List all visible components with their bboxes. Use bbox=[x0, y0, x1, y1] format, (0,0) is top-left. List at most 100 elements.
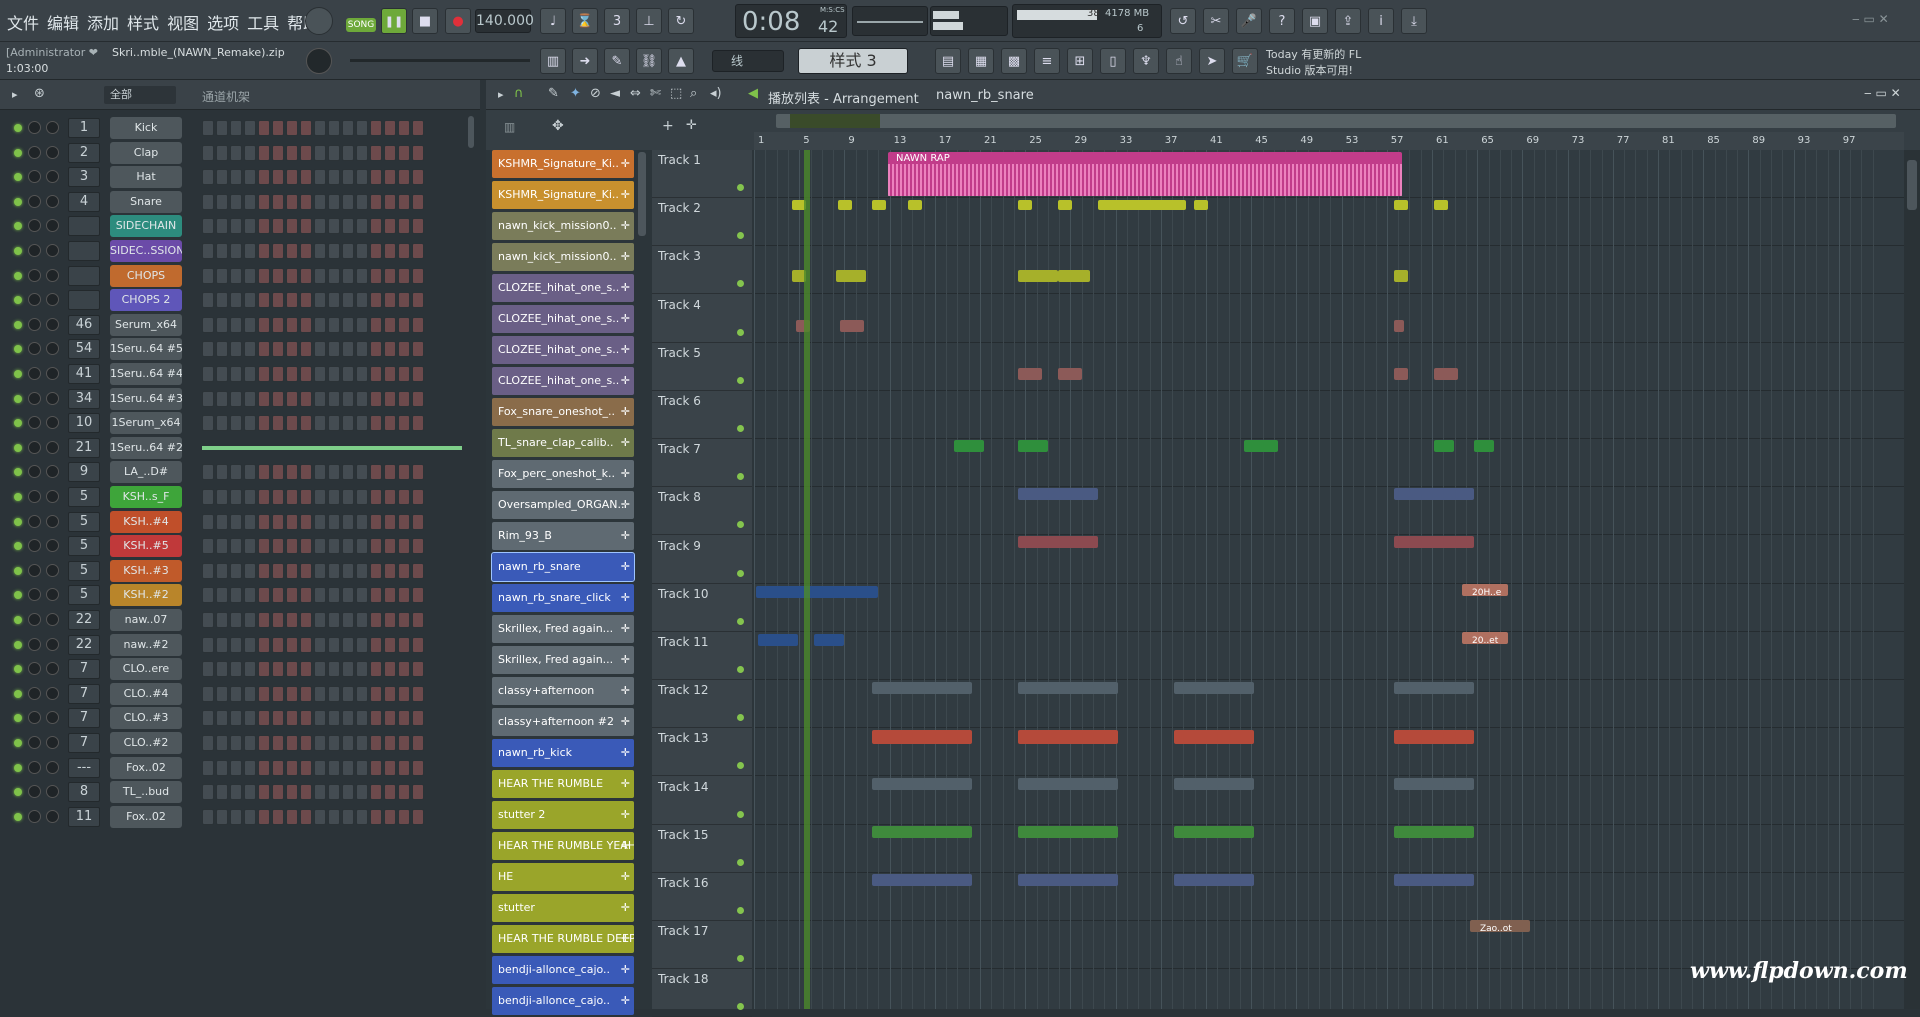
step-button[interactable] bbox=[398, 808, 410, 825]
channel-mute-led[interactable] bbox=[14, 222, 22, 231]
pattern-clip[interactable] bbox=[1394, 270, 1408, 282]
channel-row[interactable]: 2 Clap bbox=[6, 141, 476, 165]
step-button[interactable] bbox=[356, 267, 368, 284]
step-button[interactable] bbox=[216, 685, 228, 702]
step-button[interactable] bbox=[244, 784, 256, 801]
step-sequencer[interactable] bbox=[202, 661, 424, 678]
step-button[interactable] bbox=[328, 366, 340, 382]
step-button[interactable] bbox=[244, 218, 256, 235]
channel-name-button[interactable]: Serum_x64 bbox=[110, 313, 182, 336]
step-button[interactable] bbox=[286, 169, 298, 186]
pattern-clip[interactable] bbox=[1018, 826, 1118, 838]
step-button[interactable] bbox=[286, 759, 298, 776]
step-button[interactable] bbox=[286, 193, 298, 210]
step-button[interactable] bbox=[272, 735, 284, 751]
step-button[interactable] bbox=[216, 120, 228, 136]
track-header[interactable]: Track 10 bbox=[652, 584, 752, 632]
step-button[interactable] bbox=[342, 612, 354, 628]
step-button[interactable] bbox=[328, 218, 340, 235]
step-button[interactable] bbox=[412, 513, 424, 530]
channel-volume-knob[interactable] bbox=[46, 244, 59, 257]
channel-pan-knob[interactable] bbox=[28, 194, 41, 208]
step-button[interactable] bbox=[202, 415, 214, 432]
step-button[interactable] bbox=[216, 390, 228, 407]
pattern-clip[interactable] bbox=[872, 730, 972, 744]
step-button[interactable] bbox=[342, 489, 354, 505]
step-button[interactable] bbox=[300, 612, 312, 628]
step-button[interactable] bbox=[230, 538, 242, 555]
arrow-tool[interactable]: ➜ bbox=[572, 48, 598, 74]
step-button[interactable] bbox=[314, 759, 326, 776]
step-button[interactable] bbox=[230, 735, 242, 751]
channel-mute-led[interactable] bbox=[14, 665, 22, 674]
slip-tool-icon[interactable]: ⇔ bbox=[630, 86, 641, 101]
rack-menu-arrow[interactable]: ▸ bbox=[12, 88, 18, 101]
step-button[interactable] bbox=[384, 735, 396, 751]
pattern-item[interactable]: Fox_perc_oneshot_k.. ✛ bbox=[492, 460, 634, 488]
pattern-add-icon[interactable]: ✛ bbox=[621, 491, 630, 519]
step-button[interactable] bbox=[258, 144, 270, 161]
channel-mixer-track[interactable]: 2 bbox=[68, 142, 100, 163]
step-button[interactable] bbox=[328, 735, 340, 751]
step-button[interactable] bbox=[300, 513, 312, 530]
step-button[interactable] bbox=[398, 538, 410, 555]
step-button[interactable] bbox=[370, 292, 382, 309]
channel-mixer-track[interactable]: 34 bbox=[68, 388, 100, 409]
step-button[interactable] bbox=[286, 661, 298, 678]
step-button[interactable] bbox=[258, 193, 270, 210]
channel-name-button[interactable]: Clap bbox=[110, 141, 182, 164]
pattern-item[interactable]: nawn_rb_snare ✛ bbox=[491, 552, 635, 582]
pattern-clip[interactable] bbox=[838, 586, 878, 598]
step-button[interactable] bbox=[328, 341, 340, 358]
step-button[interactable] bbox=[300, 169, 312, 186]
channel-name-button[interactable]: 1Seru..64 #4 bbox=[110, 363, 182, 385]
step-button[interactable] bbox=[258, 415, 270, 432]
pattern-clip[interactable] bbox=[1244, 440, 1278, 452]
step-sequencer[interactable] bbox=[202, 169, 424, 186]
step-sequencer[interactable] bbox=[202, 292, 424, 309]
step-button[interactable] bbox=[412, 120, 424, 136]
channel-mute-led[interactable] bbox=[14, 542, 22, 551]
channel-row[interactable]: --- Fox..02 bbox=[6, 756, 476, 780]
master-pitch-slider[interactable] bbox=[350, 59, 530, 62]
channel-name-button[interactable]: 1Seru..64 #3 bbox=[110, 387, 182, 410]
step-button[interactable] bbox=[370, 464, 382, 481]
step-button[interactable] bbox=[384, 193, 396, 210]
channel-row[interactable]: CHOPS 2 bbox=[6, 288, 476, 312]
pattern-clip[interactable] bbox=[1174, 874, 1254, 886]
step-button[interactable] bbox=[272, 513, 284, 530]
channel-name-button[interactable]: Fox..02 bbox=[110, 756, 182, 779]
channel-mute-led[interactable] bbox=[14, 616, 22, 624]
step-button[interactable] bbox=[300, 415, 312, 432]
menu-item-5[interactable]: 选项 bbox=[206, 10, 240, 34]
channel-pan-knob[interactable] bbox=[28, 440, 41, 454]
step-button[interactable] bbox=[356, 513, 368, 530]
track-active-led[interactable] bbox=[737, 907, 744, 914]
step-button[interactable] bbox=[216, 513, 228, 530]
step-button[interactable] bbox=[258, 341, 270, 358]
channel-mixer-track[interactable]: --- bbox=[68, 757, 100, 778]
step-button[interactable] bbox=[314, 267, 326, 284]
countdown-button[interactable]: 3 bbox=[604, 8, 630, 34]
step-button[interactable] bbox=[370, 587, 382, 604]
channel-mute-led[interactable] bbox=[14, 148, 22, 157]
channel-volume-knob[interactable] bbox=[46, 416, 59, 430]
channel-volume-knob[interactable] bbox=[46, 563, 59, 577]
step-button[interactable] bbox=[398, 390, 410, 407]
pattern-clip[interactable] bbox=[954, 440, 984, 452]
step-button[interactable] bbox=[398, 292, 410, 309]
step-button[interactable] bbox=[384, 464, 396, 481]
channel-mute-led[interactable] bbox=[14, 247, 22, 255]
step-button[interactable] bbox=[342, 784, 354, 801]
step-sequencer[interactable] bbox=[202, 440, 462, 450]
track-header[interactable]: Track 4 bbox=[652, 295, 752, 343]
step-button[interactable] bbox=[216, 243, 228, 259]
step-button[interactable] bbox=[216, 661, 228, 678]
step-button[interactable] bbox=[356, 808, 368, 825]
step-button[interactable] bbox=[230, 464, 242, 481]
step-button[interactable] bbox=[412, 341, 424, 358]
pattern-add-icon[interactable]: ✛ bbox=[621, 212, 630, 240]
pattern-clip[interactable] bbox=[1174, 778, 1254, 790]
step-button[interactable] bbox=[356, 587, 368, 604]
step-button[interactable] bbox=[356, 562, 368, 579]
